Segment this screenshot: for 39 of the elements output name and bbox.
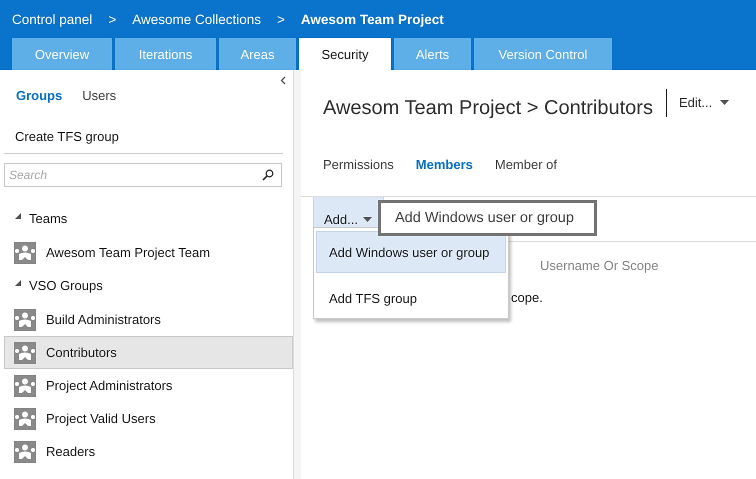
search-icon bbox=[262, 169, 274, 181]
create-group-link[interactable]: Create TFS group bbox=[15, 129, 119, 144]
caret-icon bbox=[362, 216, 372, 222]
menu-item[interactable]: Add TFS group bbox=[316, 277, 506, 319]
sub-tab[interactable]: Permissions bbox=[323, 157, 394, 196]
breadcrumb-link[interactable]: Awesome Collections bbox=[132, 12, 262, 26]
breadcrumb-separator: > bbox=[108, 12, 116, 26]
group-item[interactable]: Contributors bbox=[4, 336, 293, 369]
group-item[interactable]: Readers bbox=[4, 435, 293, 468]
group-item[interactable]: Project Valid Users bbox=[4, 402, 293, 435]
collapse-icon[interactable] bbox=[280, 76, 286, 85]
message-text: cope. bbox=[511, 290, 543, 305]
tree-group-label[interactable]: Teams bbox=[29, 210, 68, 226]
tooltip: Add Windows user or group bbox=[378, 200, 597, 236]
group-icon bbox=[14, 242, 36, 264]
caret-icon bbox=[720, 100, 730, 104]
column-header[interactable]: Username Or Scope bbox=[540, 258, 658, 273]
breadcrumb-link[interactable]: Control panel bbox=[12, 12, 92, 26]
group-item[interactable]: Build Administrators bbox=[4, 303, 293, 336]
menu-item[interactable]: Add Windows user or group bbox=[316, 231, 506, 273]
group-icon bbox=[14, 374, 36, 396]
sub-tab[interactable]: Members bbox=[416, 157, 473, 196]
tab[interactable]: Security bbox=[299, 38, 391, 70]
expand-icon[interactable] bbox=[15, 212, 21, 218]
group-icon bbox=[14, 308, 36, 330]
group-item[interactable]: Project Administrators bbox=[4, 369, 293, 402]
group-icon bbox=[14, 440, 36, 462]
tree-group-label[interactable]: VSO Groups bbox=[29, 278, 103, 292]
group-icon bbox=[14, 342, 36, 364]
search-field[interactable]: Search bbox=[4, 163, 282, 187]
group-item[interactable]: Awesom Team Project Team bbox=[4, 236, 293, 269]
view-tab[interactable]: Groups bbox=[16, 88, 62, 103]
breadcrumb-separator: > bbox=[277, 12, 285, 26]
edit-menu[interactable]: Edit... bbox=[679, 94, 730, 110]
expand-icon[interactable] bbox=[15, 280, 21, 286]
page-title: Awesom Team Project > Contributors bbox=[323, 96, 654, 120]
sub-tab[interactable]: Member of bbox=[494, 157, 558, 196]
group-icon bbox=[14, 408, 36, 430]
view-tab[interactable]: Users bbox=[82, 88, 116, 103]
